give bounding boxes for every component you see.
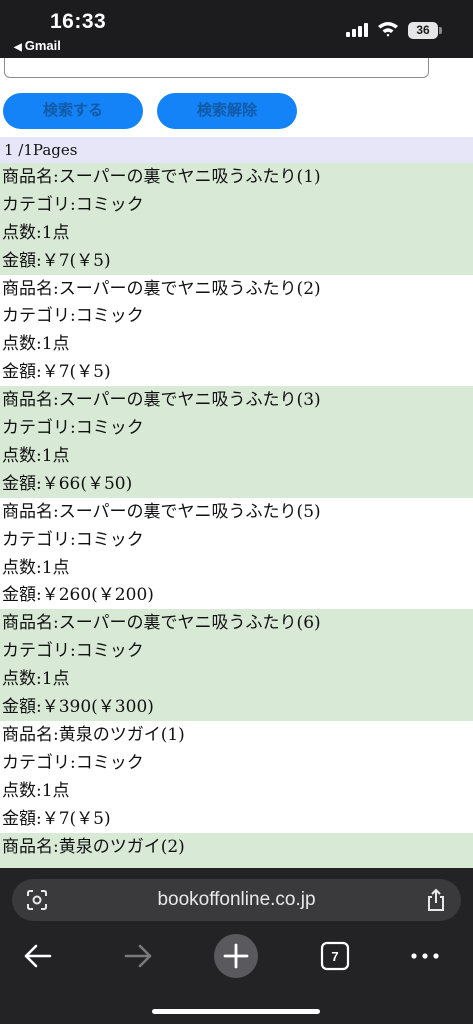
product-list: 商品名:スーパーの裏でヤニ吸うふたり(1) カテゴリ:コミック 点数:1点 金額… (0, 163, 473, 868)
cellular-signal-icon (346, 23, 370, 37)
wifi-icon (378, 22, 398, 37)
share-icon[interactable] (425, 888, 447, 912)
search-button[interactable]: 検索する (3, 93, 143, 129)
tabs-icon[interactable]: 7 (320, 934, 350, 978)
item-category: カテゴリ:コミック (2, 194, 144, 215)
battery-indicator: 36 (408, 22, 438, 39)
pagination-info: 1 /1Pages (0, 137, 473, 163)
list-item: 商品名:スーパーの裏でヤニ吸うふたり(6) カテゴリ:コミック 点数:1点 金額… (0, 609, 473, 721)
item-name: 商品名:スーパーの裏でヤニ吸うふたり(1) (2, 167, 321, 187)
item-category: カテゴリ:コミック (2, 529, 144, 550)
item-price: 金額:￥7(￥5) (2, 808, 111, 829)
browser-toolbar: bookoffonline.co.jp 7 (0, 868, 473, 1024)
new-tab-plus-icon[interactable] (214, 934, 258, 978)
item-category: カテゴリ:コミック (2, 306, 144, 327)
item-count: 点数:1点 (2, 557, 70, 578)
back-arrow-icon[interactable] (22, 934, 54, 978)
list-item: 商品名:スーパーの裏でヤニ吸うふたり(1) カテゴリ:コミック 点数:1点 金額… (0, 163, 473, 275)
item-price: 金額:￥7(￥5) (2, 362, 111, 383)
list-item: 商品名:スーパーの裏でヤニ吸うふたり(3) カテゴリ:コミック 点数:1点 金額… (0, 386, 473, 498)
item-category: カテゴリ:コミック (2, 641, 144, 662)
clock: 16:33 (50, 10, 107, 33)
back-triangle-icon: ◀ (14, 42, 22, 53)
clear-search-button[interactable]: 検索解除 (157, 93, 297, 129)
list-item: 商品名:黄泉のツガイ(2) (0, 832, 473, 868)
item-name: 商品名:黄泉のツガイ(1) (2, 724, 185, 745)
item-price: 金額:￥390(￥300) (2, 697, 154, 718)
item-name: 商品名:スーパーの裏でヤニ吸うふたり(5) (2, 501, 321, 522)
page-content: 検索する 検索解除 1 /1Pages 商品名:スーパーの裏でヤニ吸うふたり(1… (0, 58, 473, 868)
item-count: 点数:1点 (2, 669, 70, 690)
status-bar: 16:33 ◀ Gmail 36 (0, 0, 473, 58)
item-name: 商品名:スーパーの裏でヤニ吸うふたり(2) (2, 278, 321, 299)
search-input[interactable] (4, 58, 429, 78)
more-icon[interactable] (410, 934, 440, 978)
forward-arrow-icon[interactable] (122, 934, 154, 978)
item-price: 金額:￥260(￥200) (2, 585, 154, 606)
list-item: 商品名:スーパーの裏でヤニ吸うふたり(2) カテゴリ:コミック 点数:1点 金額… (0, 275, 473, 387)
item-count: 点数:1点 (2, 334, 70, 355)
item-name: 商品名:黄泉のツガイ(2) (2, 836, 185, 857)
battery-tip (439, 27, 442, 34)
back-to-app-link[interactable]: ◀ Gmail (14, 38, 61, 53)
item-name: 商品名:スーパーの裏でヤニ吸うふたり(6) (2, 613, 321, 634)
item-category (2, 860, 473, 868)
list-item: 商品名:スーパーの裏でヤニ吸うふたり(5) カテゴリ:コミック 点数:1点 金額… (0, 498, 473, 610)
item-count: 点数:1点 (2, 780, 70, 801)
address-bar[interactable]: bookoffonline.co.jp (12, 879, 461, 921)
home-indicator (152, 1009, 320, 1014)
back-app-label: Gmail (24, 38, 61, 53)
item-price: 金額:￥66(￥50) (2, 473, 133, 494)
list-item: 商品名:黄泉のツガイ(1) カテゴリ:コミック 点数:1点 金額:￥7(￥5) (0, 721, 473, 833)
item-category: カテゴリ:コミック (2, 752, 144, 773)
item-name: 商品名:スーパーの裏でヤニ吸うふたり(3) (2, 390, 321, 411)
url-text[interactable]: bookoffonline.co.jp (12, 879, 461, 921)
item-category: カテゴリ:コミック (2, 418, 144, 439)
item-count: 点数:1点 (2, 445, 70, 466)
tab-count: 7 (331, 949, 338, 964)
item-price: 金額:￥7(￥5) (2, 250, 111, 271)
item-count: 点数:1点 (2, 222, 70, 243)
